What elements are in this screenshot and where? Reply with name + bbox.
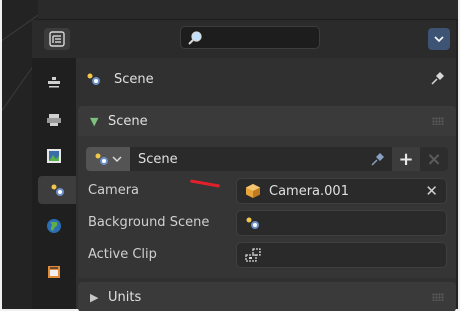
tab-scene[interactable] [38,176,78,204]
search-icon [187,30,203,50]
drag-grip-icon[interactable] [432,117,444,125]
active-clip-label: Active Clip [88,247,157,262]
drag-grip-icon[interactable] [432,293,444,301]
camera-field[interactable]: Camera.001 ✕ [236,178,447,204]
close-icon: × [426,148,442,170]
close-icon[interactable]: ✕ [425,182,438,200]
collapsed-triangle-icon: ▶ [90,290,99,304]
camera-object-icon [246,184,260,198]
tool-icon [48,77,60,88]
context-pin-button[interactable] [430,70,446,86]
delete-scene-button[interactable]: × [420,147,448,171]
scene-icon [95,153,108,165]
pin-icon[interactable] [370,151,386,171]
context-breadcrumb: Scene [86,66,154,92]
world-icon [47,219,61,233]
chevron-down-icon [434,36,444,43]
scene-name-field[interactable]: Scene [130,147,392,171]
units-panel-header[interactable]: ▶ Units [78,282,456,311]
chevron-down-icon [112,156,122,162]
render-icon [47,114,61,126]
movie-clip-icon [245,248,261,262]
top-strip [38,0,458,20]
options-dropdown-button[interactable] [428,28,450,50]
expanded-triangle-icon: ▼ [90,114,99,128]
camera-label: Camera [88,183,140,198]
collection-icon [48,266,60,278]
scene-panel-title: Scene [108,113,148,129]
tab-output[interactable] [38,142,70,170]
scene-name-value: Scene [138,151,178,167]
tab-world[interactable] [38,212,70,240]
output-icon [47,149,61,163]
units-panel-title: Units [108,289,142,305]
context-label: Scene [114,71,154,87]
camera-value: Camera.001 [269,183,349,199]
background-scene-label: Background Scene [88,215,210,230]
background-scene-field[interactable] [236,210,447,236]
scene-icon [51,184,64,196]
tab-tool[interactable] [38,68,70,96]
scene-icon [87,73,100,85]
tab-collection[interactable] [38,258,70,286]
plus-icon: + [398,148,414,170]
search-input[interactable] [180,26,320,49]
pin-icon [431,72,444,85]
new-scene-button[interactable]: + [392,147,420,171]
editor-type-button[interactable] [44,28,70,50]
scene-icon [246,217,259,229]
scene-selector: Scene + × [86,147,448,171]
scene-panel-header[interactable]: ▼ Scene [78,106,456,136]
properties-editor-icon [49,31,65,47]
active-clip-field[interactable] [236,242,447,268]
tab-render[interactable] [38,106,70,134]
scene-browse-button[interactable] [86,147,130,171]
